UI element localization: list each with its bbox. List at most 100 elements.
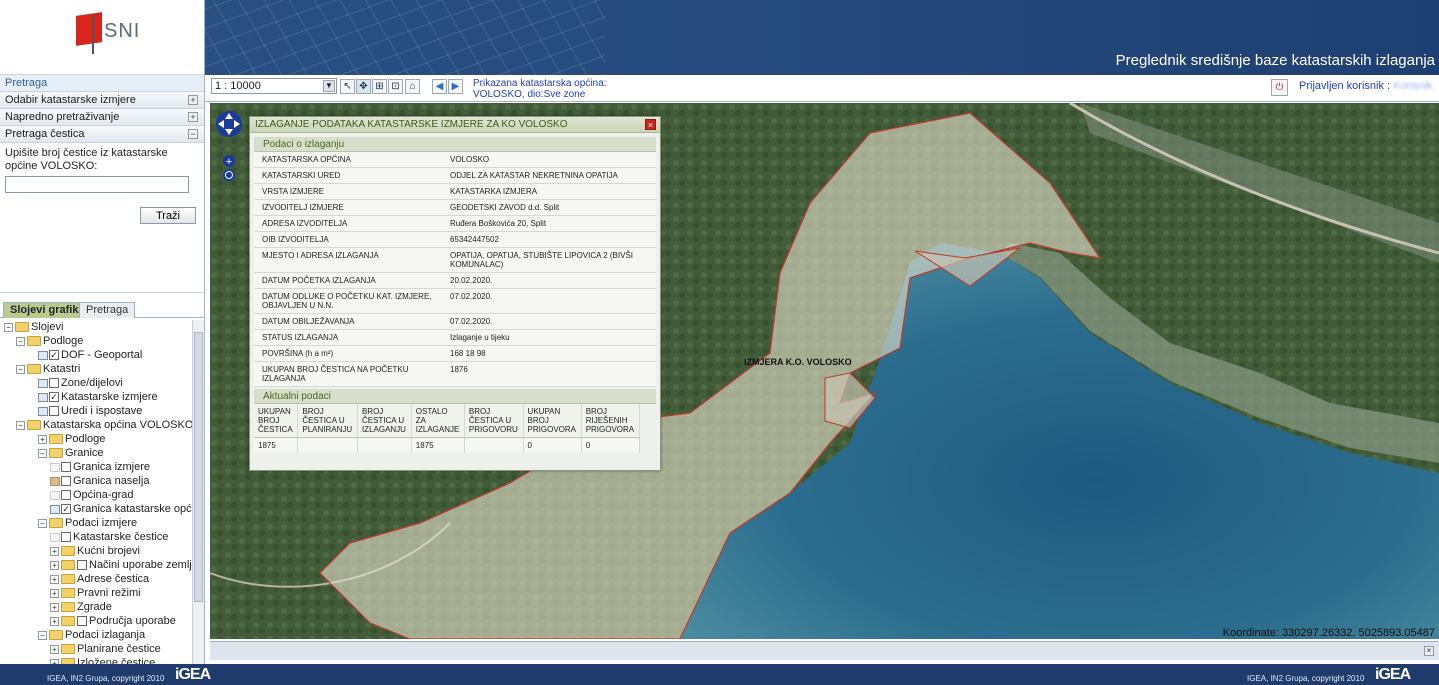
- layer-checkbox[interactable]: [61, 532, 71, 543]
- parcel-search-input[interactable]: [5, 176, 189, 193]
- info-row: OIB IZVODITELJA 65342447502: [254, 231, 656, 248]
- info-row: UKUPAN BROJ ČESTICA NA POČETKU IZLAGANJA…: [254, 361, 656, 387]
- tree-node[interactable]: Zone/dijelovi: [38, 376, 123, 390]
- tree-node[interactable]: ✓ Katastarske izmjere: [38, 390, 158, 404]
- tree-node[interactable]: − Podloge: [16, 334, 83, 348]
- tree-node[interactable]: + Područja uporabe: [50, 614, 176, 628]
- tree-node[interactable]: Uredi i ispostave: [38, 404, 142, 418]
- left-panel: SNI Pretraga Odabir katastarske izmjere +…: [0, 0, 205, 664]
- expand-icon[interactable]: +: [38, 434, 47, 444]
- tree-node[interactable]: + Zgrade: [50, 600, 112, 614]
- collapse-icon[interactable]: −: [38, 630, 47, 640]
- tree-node[interactable]: + Podloge: [38, 432, 105, 446]
- layer-checkbox[interactable]: ✓: [49, 350, 59, 361]
- globe-icon[interactable]: [223, 169, 235, 181]
- folder-icon: [61, 546, 75, 557]
- stats-header: OSTALO ZA IZLAGANJE: [411, 404, 465, 438]
- expand-icon[interactable]: +: [188, 95, 198, 105]
- tree-node[interactable]: Granica naselja: [50, 474, 149, 488]
- scale-select[interactable]: 1 : 10000 ▼: [211, 78, 337, 94]
- tree-node[interactable]: − Katastri: [16, 362, 80, 376]
- collapse-icon[interactable]: −: [188, 129, 198, 139]
- layer-checkbox[interactable]: [49, 406, 59, 417]
- layer-checkbox[interactable]: ✓: [49, 392, 59, 403]
- tree-node[interactable]: Općina-grad: [50, 488, 134, 502]
- info-value: 1876: [446, 361, 656, 387]
- scrollbar-thumb[interactable]: [194, 332, 203, 602]
- tree-node[interactable]: + Planirane čestice: [50, 642, 161, 656]
- collapse-icon[interactable]: −: [38, 518, 47, 528]
- layer-checkbox[interactable]: [61, 476, 71, 487]
- expand-icon[interactable]: +: [50, 602, 59, 612]
- layer-legend-icon: [38, 392, 48, 402]
- forward-arrow-icon[interactable]: ▶: [448, 79, 463, 94]
- info-value: OPATIJA, OPATIJA, STUBIŠTE LIPOVICA 2 (B…: [446, 247, 656, 273]
- tree-node[interactable]: + Pravni režimi: [50, 586, 141, 600]
- collapse-icon[interactable]: −: [38, 448, 47, 458]
- close-icon[interactable]: ×: [645, 119, 656, 130]
- home-icon[interactable]: ⌂: [405, 79, 420, 94]
- aktualni-podaci-table: UKUPAN BROJ ČESTICA BROJ ČESTICA U PLANIR…: [254, 404, 641, 453]
- layer-checkbox[interactable]: [77, 616, 87, 627]
- layer-checkbox[interactable]: [49, 378, 59, 389]
- expand-icon[interactable]: +: [50, 588, 59, 598]
- cadastral-info-line2: VOLOSKO, dio:Sve zone: [473, 89, 586, 100]
- tree-node[interactable]: ✓ DOF - Geoportal: [38, 348, 142, 362]
- layer-checkbox[interactable]: [61, 490, 71, 501]
- tree-node-label: Zgrade: [77, 601, 112, 613]
- collapse-icon[interactable]: −: [16, 420, 25, 430]
- expand-icon[interactable]: +: [50, 644, 59, 654]
- layer-legend-icon: [38, 350, 48, 360]
- logo-text: SNI: [104, 20, 141, 42]
- zoom-extent-icon[interactable]: ⊞: [372, 79, 387, 94]
- collapse-icon[interactable]: −: [16, 336, 25, 346]
- info-row: POVRŠINA (h a m²) 168 18 98: [254, 345, 656, 362]
- tree-node[interactable]: − Katastarska općina VOLOSKO: [16, 418, 192, 432]
- section-podaci-o-izlaganju: Podaci o izlaganju: [254, 137, 656, 152]
- tree-node[interactable]: + Načini uporabe zemljišta: [50, 558, 192, 572]
- expand-icon[interactable]: +: [188, 112, 198, 122]
- back-arrow-icon[interactable]: ◀: [432, 79, 447, 94]
- close-icon[interactable]: ×: [1424, 646, 1434, 656]
- igea-logo-left: iGEA: [175, 666, 211, 683]
- collapse-icon[interactable]: −: [16, 364, 25, 374]
- tree-node[interactable]: − Granice: [38, 446, 104, 460]
- logout-icon[interactable]: ⏻: [1271, 79, 1288, 96]
- expand-icon[interactable]: +: [50, 574, 59, 584]
- scale-value: 1 : 10000: [215, 80, 261, 92]
- expand-icon[interactable]: +: [50, 546, 59, 556]
- tree-scrollbar[interactable]: [192, 320, 204, 664]
- chevron-down-icon[interactable]: ▼: [323, 80, 335, 92]
- tree-node[interactable]: − Slojevi: [4, 320, 63, 334]
- tree-node[interactable]: Katastarske čestice: [50, 530, 168, 544]
- expand-icon[interactable]: +: [50, 616, 59, 626]
- tree-node[interactable]: − Podaci izlaganja: [38, 628, 145, 642]
- collapse-icon[interactable]: −: [4, 322, 13, 332]
- tree-node[interactable]: − Podaci izmjere: [38, 516, 137, 530]
- tree-node[interactable]: + Izložene čestice: [50, 656, 155, 664]
- info-value: GEODETSKI ZAVOD d.d. Split: [446, 199, 656, 216]
- pan-tool-icon[interactable]: ✥: [356, 79, 371, 94]
- pointer-tool-icon[interactable]: ↖: [340, 79, 355, 94]
- layer-checkbox[interactable]: ✓: [61, 504, 71, 515]
- tree-node[interactable]: ✓Granica katastarske općine: [50, 502, 192, 516]
- accordion-pretraga[interactable]: Pretraga: [0, 75, 204, 92]
- folder-icon: [49, 434, 63, 445]
- accordion-odabir-izmjere[interactable]: Odabir katastarske izmjere +: [0, 92, 204, 109]
- zoom-window-icon[interactable]: ⊡: [388, 79, 403, 94]
- accordion-pretraga-cestica[interactable]: Pretraga čestica −: [0, 126, 204, 143]
- tree-node[interactable]: Granica izmjere: [50, 460, 150, 474]
- folder-icon: [27, 364, 41, 375]
- expand-icon[interactable]: +: [50, 560, 59, 570]
- tree-node[interactable]: + Kućni brojevi: [50, 544, 140, 558]
- tree-node-label: Planirane čestice: [77, 643, 161, 655]
- layer-legend-icon: [38, 406, 48, 416]
- tree-node-label: DOF - Geoportal: [61, 349, 143, 361]
- layer-checkbox[interactable]: [77, 560, 87, 571]
- section-aktualni-podaci: Aktualni podaci: [254, 389, 656, 404]
- accordion-napredno[interactable]: Napredno pretraživanje +: [0, 109, 204, 126]
- tree-node[interactable]: + Adrese čestica: [50, 572, 149, 586]
- search-button[interactable]: Traži: [140, 207, 196, 224]
- layer-checkbox[interactable]: [61, 462, 71, 473]
- tab-pretraga[interactable]: Pretraga: [79, 302, 136, 318]
